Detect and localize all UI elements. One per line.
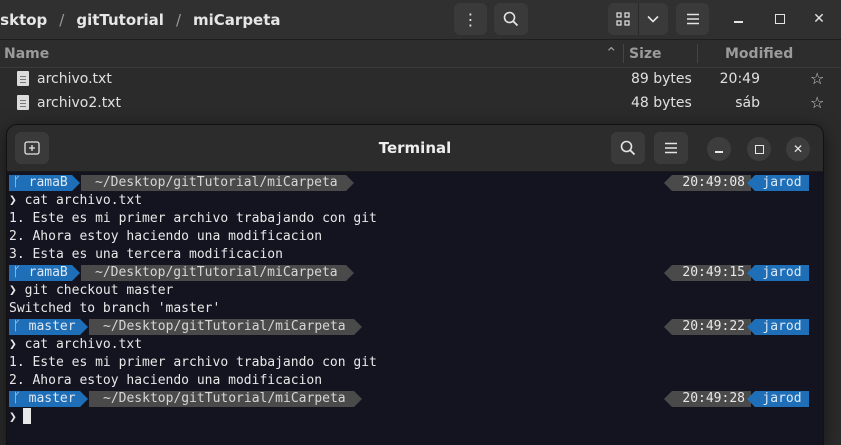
command-line[interactable]: ❯ xyxy=(9,408,31,426)
path-segment: ~/Desktop/gitTutorial/miCarpeta xyxy=(89,391,362,407)
git-branch-segment: ᚴ ramaB xyxy=(9,175,80,191)
search-icon xyxy=(503,11,519,27)
user-segment: jarod xyxy=(747,391,809,407)
breadcrumb-gittutorial[interactable]: gitTutorial xyxy=(74,11,166,29)
menu-dots-icon: ⋮ xyxy=(462,9,479,29)
maximize-icon xyxy=(775,14,785,24)
hamburger-icon xyxy=(665,142,677,154)
grid-view-button[interactable] xyxy=(608,3,638,35)
column-modified[interactable]: Modified xyxy=(725,46,793,62)
shell-prompt: ᚴ ramaB ~/Desktop/gitTutorial/miCarpeta … xyxy=(9,264,809,282)
file-row[interactable]: archivo2.txt 48 bytes sáb ☆ xyxy=(0,92,841,116)
prompt-char: ❯ xyxy=(9,193,17,208)
prompt-char: ❯ xyxy=(9,410,17,425)
column-divider xyxy=(623,44,624,63)
column-header: Name ⌃ Size Modified xyxy=(0,40,841,68)
breadcrumb-micarpeta[interactable]: miCarpeta xyxy=(191,11,283,29)
shell-prompt: ᚴ master ~/Desktop/gitTutorial/miCarpeta… xyxy=(9,390,809,408)
sort-chevron-up-icon: ⌃ xyxy=(605,44,618,62)
shell-prompt: ᚴ ramaB ~/Desktop/gitTutorial/miCarpeta … xyxy=(9,174,809,192)
column-name[interactable]: Name xyxy=(4,46,49,62)
command-text: cat archivo.txt xyxy=(24,193,143,208)
terminal-close-button[interactable]: ✕ xyxy=(786,137,810,161)
close-icon: ✕ xyxy=(813,11,825,27)
output-line: 2. Ahora estoy haciendo una modificacion xyxy=(9,229,323,244)
file-size: 89 bytes xyxy=(631,71,692,87)
fm-minimize-button[interactable] xyxy=(727,8,749,30)
output-line: 2. Ahora estoy haciendo una modificacion xyxy=(9,373,323,388)
chevron-down-icon xyxy=(647,15,659,23)
file-modified: 20:49 xyxy=(719,71,760,87)
breadcrumb: esktop / gitTutorial / miCarpeta xyxy=(0,0,283,39)
star-icon[interactable]: ☆ xyxy=(810,69,824,88)
path-segment: ~/Desktop/gitTutorial/miCarpeta xyxy=(81,265,354,281)
shell-prompt: ᚴ master ~/Desktop/gitTutorial/miCarpeta… xyxy=(9,318,809,336)
search-icon xyxy=(620,140,636,156)
git-branch-segment: ᚴ master xyxy=(9,391,88,407)
view-switcher[interactable] xyxy=(608,3,668,35)
terminal-maximize-button[interactable] xyxy=(747,137,771,161)
time-segment: 20:49:22 xyxy=(664,319,751,335)
text-file-icon xyxy=(17,71,29,86)
close-icon: ✕ xyxy=(792,142,804,156)
file-row[interactable]: archivo.txt 89 bytes 20:49 ☆ xyxy=(0,68,841,92)
user-segment: jarod xyxy=(747,319,809,335)
view-options-dropdown[interactable] xyxy=(639,3,669,35)
folder-menu-button[interactable]: ⋮ xyxy=(454,3,487,35)
main-menu-button[interactable] xyxy=(676,3,709,35)
new-tab-button[interactable] xyxy=(15,132,49,164)
user-segment: jarod xyxy=(747,175,809,191)
fm-maximize-button[interactable] xyxy=(769,8,791,30)
breadcrumb-separator: / xyxy=(59,10,65,29)
command-text: git checkout master xyxy=(24,283,174,298)
output-line: 3. Esta es una tercera modificacion xyxy=(9,247,283,262)
terminal-headerbar: Terminal ✕ xyxy=(7,125,823,172)
time-segment: 20:49:28 xyxy=(664,391,751,407)
column-divider xyxy=(697,44,698,63)
git-branch-segment: ᚴ ramaB xyxy=(9,265,80,281)
command-line: ❯ cat archivo.txt xyxy=(9,336,142,354)
breadcrumb-desktop[interactable]: esktop xyxy=(0,11,49,29)
file-name: archivo.txt xyxy=(37,71,112,87)
command-text: cat archivo.txt xyxy=(24,337,143,352)
file-manager-headerbar: esktop / gitTutorial / miCarpeta ⋮ ✕ xyxy=(0,0,841,40)
minimize-icon xyxy=(715,150,723,153)
search-button[interactable] xyxy=(494,3,528,35)
user-segment: jarod xyxy=(747,265,809,281)
breadcrumb-separator: / xyxy=(175,10,182,29)
minimize-icon xyxy=(733,21,743,23)
time-segment: 20:49:15 xyxy=(664,265,751,281)
path-segment: ~/Desktop/gitTutorial/miCarpeta xyxy=(81,175,354,191)
grid-view-icon xyxy=(616,12,630,26)
file-size: 48 bytes xyxy=(631,95,692,111)
terminal-menu-button[interactable] xyxy=(654,132,688,164)
maximize-icon xyxy=(754,144,764,154)
hamburger-icon xyxy=(686,13,699,25)
terminal-search-button[interactable] xyxy=(611,132,645,164)
star-icon[interactable]: ☆ xyxy=(810,93,824,112)
command-line: ❯ git checkout master xyxy=(9,282,173,300)
terminal-window[interactable]: Terminal ✕ ᚴ ramaB ~/Desktop/gitTutorial… xyxy=(7,125,823,445)
output-line: Switched to branch 'master' xyxy=(9,301,221,316)
column-size[interactable]: Size xyxy=(629,46,662,62)
path-segment: ~/Desktop/gitTutorial/miCarpeta xyxy=(89,319,362,335)
terminal-minimize-button[interactable] xyxy=(707,137,731,161)
output-line: 1. Este es mi primer archivo trabajando … xyxy=(9,211,377,226)
new-tab-icon xyxy=(24,141,40,155)
file-modified: sáb xyxy=(735,95,760,111)
fm-close-button[interactable]: ✕ xyxy=(808,8,830,30)
prompt-char: ❯ xyxy=(9,283,17,298)
git-branch-segment: ᚴ master xyxy=(9,319,88,335)
text-file-icon xyxy=(17,95,29,110)
text-cursor xyxy=(22,408,31,424)
time-segment: 20:49:08 xyxy=(664,175,751,191)
file-name: archivo2.txt xyxy=(37,95,121,111)
output-line: 1. Este es mi primer archivo trabajando … xyxy=(9,355,377,370)
prompt-char: ❯ xyxy=(9,337,17,352)
terminal-title: Terminal xyxy=(378,139,452,157)
command-line: ❯ cat archivo.txt xyxy=(9,192,142,210)
